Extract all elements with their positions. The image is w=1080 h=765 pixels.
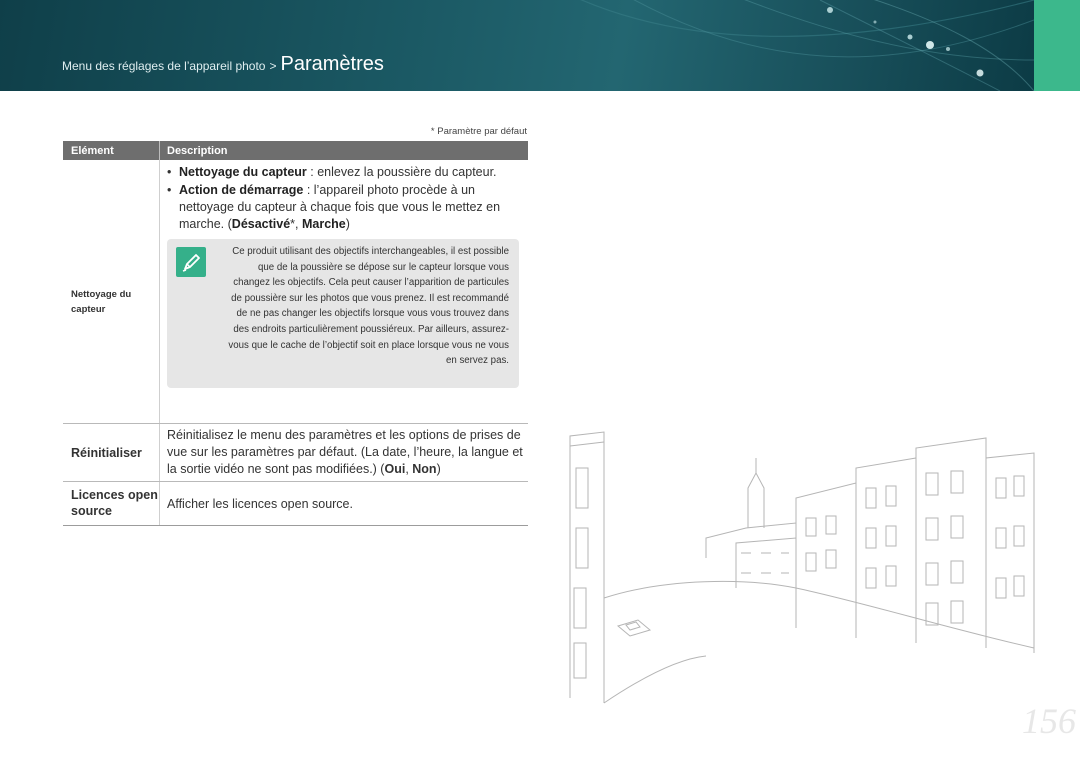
- breadcrumb-separator: >: [269, 59, 277, 73]
- table-row-open-source: Licences open source Afficher les licenc…: [63, 482, 528, 526]
- option-value: Marche: [301, 217, 346, 231]
- pencil-note-icon: [176, 247, 206, 277]
- default-setting-note: * Paramètre par défaut: [430, 126, 527, 137]
- row-item-label: Licences open source: [71, 488, 158, 518]
- note-text: Ce produit utilisant des objectifs inter…: [228, 246, 509, 367]
- row-description: Nettoyage du capteur : enlevez la poussi…: [159, 160, 528, 423]
- option-name: Action de démarrage: [179, 183, 304, 197]
- option-value: Non: [412, 462, 437, 476]
- row-description: Afficher les licences open source.: [159, 482, 528, 525]
- breadcrumb-parent: Menu des réglages de l’appareil photo: [62, 59, 266, 73]
- description-text: Réinitialisez le menu des paramètres et …: [167, 428, 523, 476]
- settings-table: Elément Description Nettoyage du capteur…: [63, 141, 528, 526]
- option-text: : enlevez la poussière du capteur.: [306, 165, 497, 179]
- page-number: 156: [1022, 701, 1076, 741]
- column-header-description: Description: [159, 141, 528, 160]
- option-value: Oui: [384, 462, 406, 476]
- city-sketch-illustration: [569, 431, 1035, 704]
- option-close: ): [436, 462, 441, 476]
- row-description: Réinitialisez le menu des paramètres et …: [159, 424, 528, 481]
- option-name: Nettoyage du capteur: [179, 165, 307, 179]
- row-item-label: Nettoyage du capteur: [71, 288, 132, 315]
- table-header: Elément Description: [63, 141, 528, 160]
- table-row-reset: Réinitialiser Réinitialisez le menu des …: [63, 424, 528, 482]
- column-header-item: Elément: [71, 144, 114, 157]
- option-list: Nettoyage du capteur : enlevez la poussi…: [167, 164, 528, 233]
- option-close: ): [345, 217, 350, 231]
- option-separator: *,: [290, 217, 302, 231]
- note-box: Ce produit utilisant des objectifs inter…: [167, 239, 519, 388]
- breadcrumb: Menu des réglages de l’appareil photo > …: [62, 53, 384, 81]
- page-title: Paramètres: [280, 53, 384, 75]
- chapter-tab: [1034, 0, 1080, 91]
- option-value: Désactivé: [231, 217, 291, 231]
- list-item: Action de démarrage : l’appareil photo p…: [167, 182, 528, 233]
- table-row-sensor-cleaning: Nettoyage du capteur Nettoyage du capteu…: [63, 160, 528, 424]
- row-item-label: Réinitialiser: [71, 445, 142, 460]
- list-item: Nettoyage du capteur : enlevez la poussi…: [167, 164, 528, 181]
